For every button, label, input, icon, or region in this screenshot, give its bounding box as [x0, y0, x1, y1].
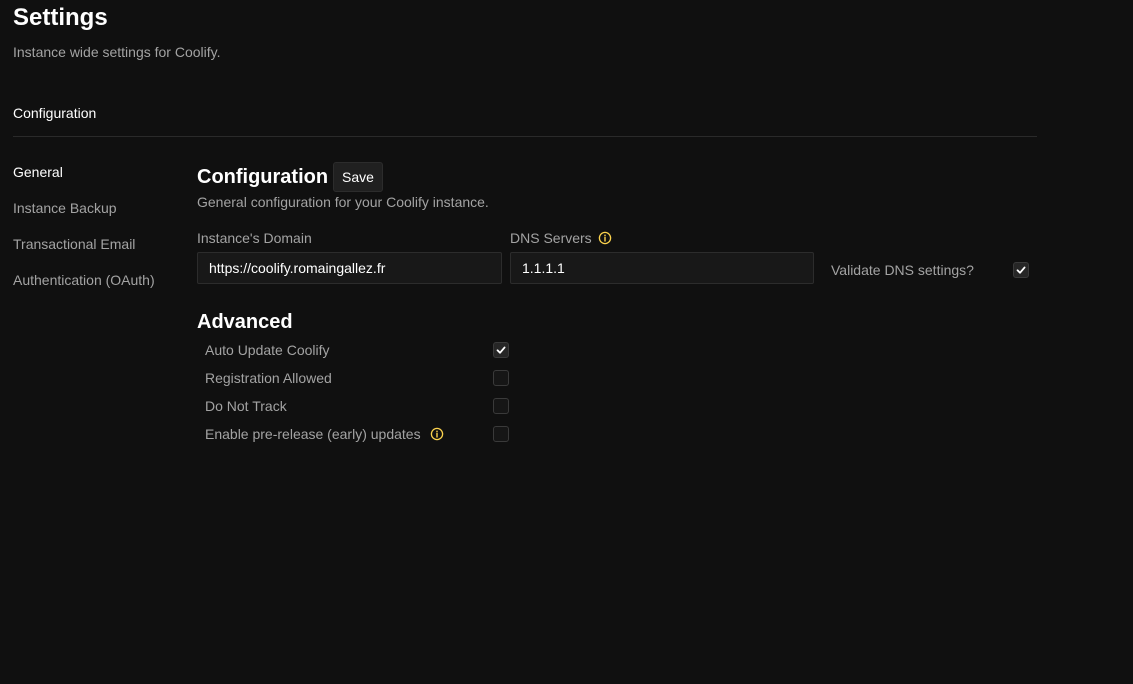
checkmark-icon	[1016, 266, 1026, 274]
dns-servers-input[interactable]	[510, 252, 814, 284]
auto-update-checkbox[interactable]	[493, 342, 509, 358]
do-not-track-checkbox[interactable]	[493, 398, 509, 414]
sidebar-item-instance-backup[interactable]: Instance Backup	[13, 199, 183, 235]
checkmark-icon	[496, 346, 506, 354]
info-circle-icon[interactable]	[598, 231, 612, 245]
divider	[13, 136, 1037, 137]
pre-release-updates-checkbox[interactable]	[493, 426, 509, 442]
sidebar-item-general[interactable]: General	[13, 163, 183, 199]
configuration-title: Configuration	[197, 166, 329, 188]
configuration-description: General configuration for your Coolify i…	[197, 194, 489, 210]
advanced-title: Advanced	[197, 311, 293, 333]
registration-allowed-label: Registration Allowed	[205, 370, 332, 386]
pre-release-updates-label-text: Enable pre-release (early) updates	[205, 426, 421, 442]
domain-label-text: Instance's Domain	[197, 230, 312, 246]
dns-servers-label-text: DNS Servers	[510, 230, 592, 246]
do-not-track-label: Do Not Track	[205, 398, 287, 414]
settings-sidebar: General Instance Backup Transactional Em…	[13, 163, 183, 307]
sidebar-item-transactional-email[interactable]: Transactional Email	[13, 235, 183, 271]
pre-release-updates-label: Enable pre-release (early) updates	[205, 425, 444, 443]
page-title: Settings	[13, 4, 108, 31]
auto-update-label: Auto Update Coolify	[205, 342, 330, 358]
tab-configuration[interactable]: Configuration	[13, 104, 96, 122]
page-subtitle: Instance wide settings for Coolify.	[13, 44, 221, 60]
validate-dns-label: Validate DNS settings?	[831, 262, 974, 278]
instance-domain-input[interactable]	[197, 252, 502, 284]
validate-dns-checkbox[interactable]	[1013, 262, 1029, 278]
info-circle-icon[interactable]	[430, 427, 444, 441]
dns-servers-label: DNS Servers	[510, 229, 612, 247]
domain-label: Instance's Domain	[197, 229, 312, 247]
sidebar-item-authentication-oauth[interactable]: Authentication (OAuth)	[13, 271, 183, 307]
registration-allowed-checkbox[interactable]	[493, 370, 509, 386]
save-button[interactable]: Save	[333, 162, 383, 192]
